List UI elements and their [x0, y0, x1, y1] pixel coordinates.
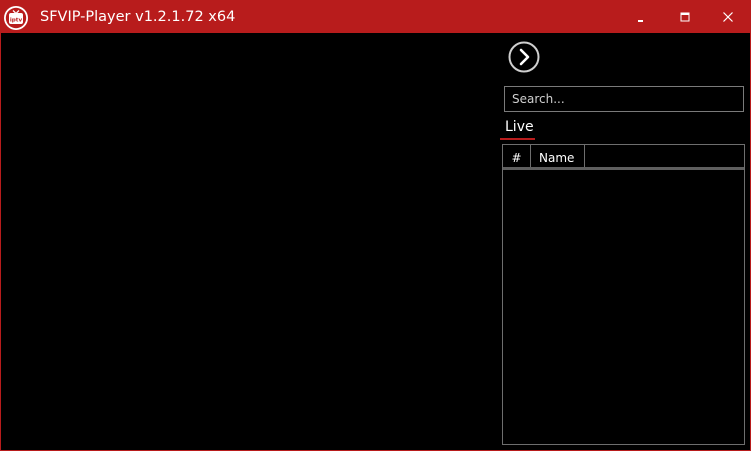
maximize-button[interactable]: [663, 1, 707, 33]
minimize-icon: [638, 20, 643, 22]
app-window: iptv SFVIP-Player v1.2.1.72 x64 Live: [0, 0, 751, 451]
window-title: SFVIP-Player v1.2.1.72 x64: [40, 9, 236, 25]
search-input[interactable]: [504, 86, 744, 112]
maximize-icon: [680, 12, 690, 22]
active-tab-indicator: [500, 138, 535, 140]
tab-live[interactable]: Live: [500, 116, 536, 140]
column-header-number[interactable]: #: [503, 145, 531, 167]
table-body[interactable]: [503, 170, 744, 444]
table-header: # Name: [503, 145, 744, 170]
tab-live-label: Live: [505, 119, 534, 135]
close-button[interactable]: [706, 1, 750, 33]
column-header-name[interactable]: Name: [531, 145, 585, 167]
channel-table: # Name: [502, 144, 745, 445]
close-icon: [723, 12, 733, 22]
iptv-tv-icon[interactable]: iptv: [3, 5, 29, 31]
chevron-right-circle-icon[interactable]: [508, 41, 540, 73]
minimize-button[interactable]: [619, 1, 663, 33]
title-bar[interactable]: iptv SFVIP-Player v1.2.1.72 x64: [1, 1, 750, 33]
logo-text: iptv: [10, 17, 23, 23]
video-player-area[interactable]: [1, 33, 497, 450]
